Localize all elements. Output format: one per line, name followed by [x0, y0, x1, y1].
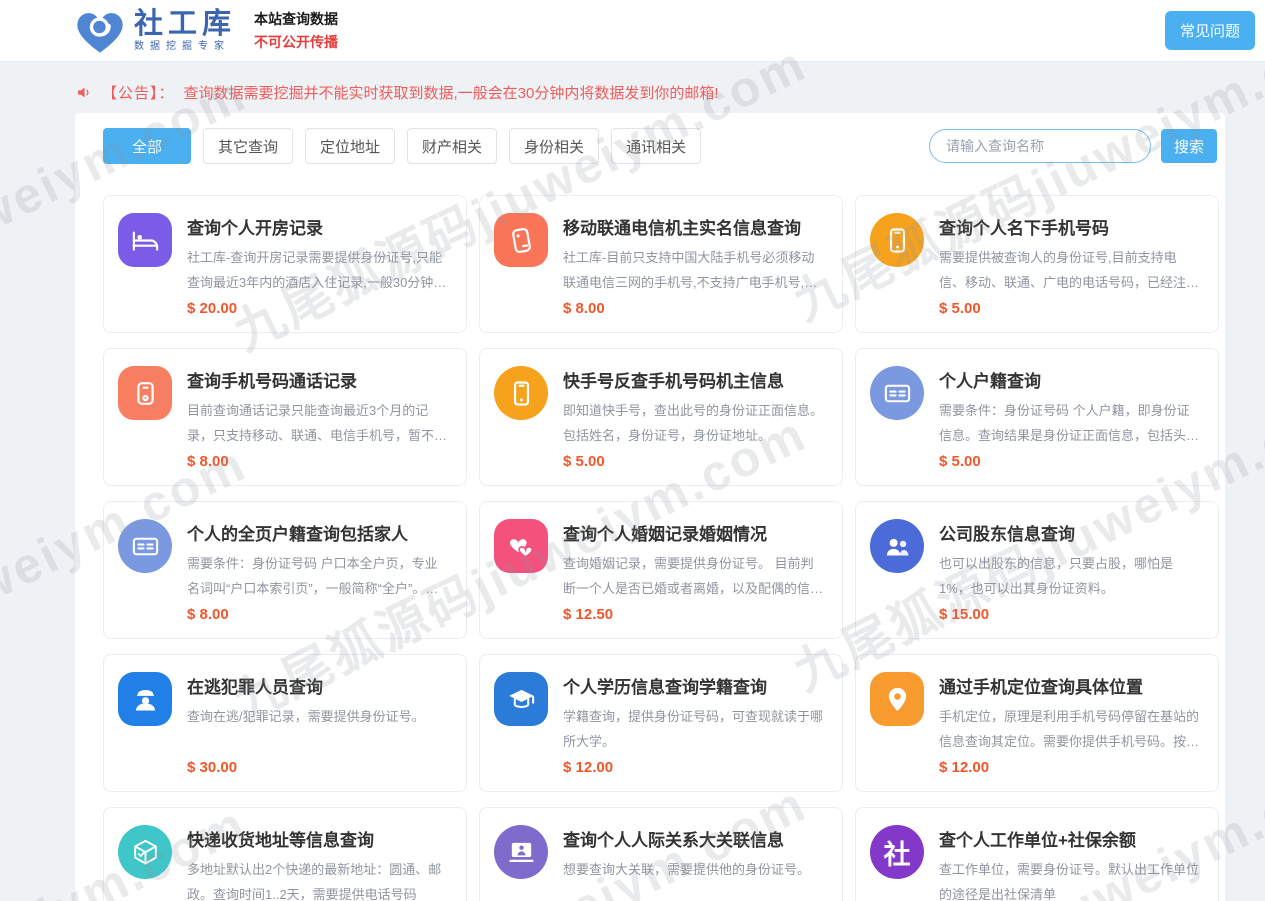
notice-line-1: 本站查询数据: [254, 8, 338, 30]
bed-icon: [118, 213, 172, 267]
service-card[interactable]: 个人学历信息查询学籍查询 学籍查询，提供身份证号码，可查现就读于哪所大学。 $ …: [479, 654, 843, 792]
service-title: 公司股东信息查询: [939, 520, 1202, 545]
service-card[interactable]: 查询个人婚姻记录婚姻情况 查询婚姻记录，需要提供身份证号。 目前判断一个人是否已…: [479, 501, 843, 639]
service-description: 学籍查询，提供身份证号码，可查现就读于哪所大学。: [563, 705, 826, 754]
id-card-icon: [870, 366, 924, 420]
service-card[interactable]: 在逃犯罪人员查询 查询在逃/犯罪记录，需要提供身份证号。 $ 30.00: [103, 654, 467, 792]
service-card[interactable]: 查询个人人际关系大关联信息 想要查询大关联，需要提供他的身份证号。: [479, 807, 843, 901]
site-subtitle: 数据挖掘专家: [134, 41, 236, 52]
service-price: $ 8.00: [187, 453, 450, 470]
she-character-icon: 社: [870, 825, 924, 879]
graduation-cap-icon: [494, 672, 548, 726]
filter-tab-2[interactable]: 定位地址: [305, 128, 395, 164]
phone-outline-icon: [118, 366, 172, 420]
service-description: 目前查询通话记录只能查询最近3个月的记录，只支持移动、联通、电信手机号，暂不支持…: [187, 399, 450, 448]
service-price: $ 12.00: [563, 759, 826, 776]
search-button[interactable]: 搜索: [1161, 129, 1217, 163]
notice-line-2: 不可公开传播: [254, 31, 338, 53]
speaker-icon: [76, 84, 93, 101]
service-card[interactable]: 移动联通电信机主实名信息查询 社工库-目前只支持中国大陆手机号必须移动联通电信三…: [479, 195, 843, 333]
search-input[interactable]: [929, 129, 1151, 163]
service-price: $ 15.00: [939, 606, 1202, 623]
service-title: 查询手机号码通话记录: [187, 367, 450, 392]
service-title: 通过手机定位查询具体位置: [939, 673, 1202, 698]
service-description: 想要查询大关联，需要提供他的身份证号。: [563, 858, 826, 883]
police-icon: [118, 672, 172, 726]
service-description: 查工作单位，需要身份证号。默认出工作单位的途径是出社保清单: [939, 858, 1202, 901]
service-price: $ 5.00: [939, 300, 1202, 317]
service-title: 个人的全页户籍查询包括家人: [187, 520, 450, 545]
header-notice: 本站查询数据 不可公开传播: [254, 8, 338, 53]
announcement-text: 查询数据需要挖掘并不能实时获取到数据,一般会在30分钟内将数据发到你的邮箱!: [184, 82, 719, 103]
service-card[interactable]: 查询个人开房记录 社工库-查询开房记录需要提供身份证号,只能查询最近3年内的酒店…: [103, 195, 467, 333]
service-title: 查询个人人际关系大关联信息: [563, 826, 826, 851]
service-card[interactable]: 查询手机号码通话记录 目前查询通话记录只能查询最近3个月的记录，只支持移动、联通…: [103, 348, 467, 486]
service-title: 个人户籍查询: [939, 367, 1202, 392]
service-title: 在逃犯罪人员查询: [187, 673, 450, 698]
hearts-icon: [494, 519, 548, 573]
service-description: 多地址默认出2个快递的最新地址：圆通、邮政。查询时间1..2天，需要提供电话号码: [187, 858, 450, 901]
site-title: 社工库: [134, 9, 236, 41]
service-card[interactable]: 公司股东信息查询 也可以出股东的信息，只要占股，哪怕是1%，也可以出其身份证资料…: [855, 501, 1219, 639]
icon-character: 社: [884, 833, 911, 872]
service-description: 需要条件：身份证号码 个人户籍，即身份证信息。查询结果是身份证正面信息，包括头像…: [939, 399, 1202, 448]
announcement-label: 【公告】：: [102, 82, 175, 103]
service-card[interactable]: 个人户籍查询 需要条件：身份证号码 个人户籍，即身份证信息。查询结果是身份证正面…: [855, 348, 1219, 486]
service-price: $ 5.00: [939, 453, 1202, 470]
service-price: $ 20.00: [187, 300, 450, 317]
logo: 社工库 数据挖掘专家: [72, 6, 236, 56]
sim-tag-icon: [494, 213, 548, 267]
service-card[interactable]: 快手号反查手机号码机主信息 即知道快手号，查出此号的身份证正面信息。包括姓名，身…: [479, 348, 843, 486]
filter-tab-4[interactable]: 身份相关: [509, 128, 599, 164]
filter-tab-3[interactable]: 财产相关: [407, 128, 497, 164]
filter-tab-1[interactable]: 其它查询: [203, 128, 293, 164]
service-title: 快手号反查手机号码机主信息: [563, 367, 826, 392]
toolbar: 全部其它查询定位地址财产相关身份相关通讯相关 搜索: [103, 128, 1219, 164]
service-card[interactable]: 查询个人名下手机号码 需要提供被查询人的身份证号,目前支持电信、移动、联通、广电…: [855, 195, 1219, 333]
shareholders-icon: [870, 519, 924, 573]
main-panel: 全部其它查询定位地址财产相关身份相关通讯相关 搜索 查询个人开房记录 社工库-查…: [75, 113, 1225, 901]
service-title: 查询个人开房记录: [187, 214, 450, 239]
service-title: 个人学历信息查询学籍查询: [563, 673, 826, 698]
service-description: 即知道快手号，查出此号的身份证正面信息。包括姓名，身份证号，身份证地址。: [563, 399, 826, 448]
service-card-grid: 查询个人开房记录 社工库-查询开房记录需要提供身份证号,只能查询最近3年内的酒店…: [103, 195, 1219, 901]
service-title: 查询个人名下手机号码: [939, 214, 1202, 239]
service-description: 社工库-目前只支持中国大陆手机号必须移动联通电信三网的手机号,不支持广电手机号,…: [563, 246, 826, 295]
id-card-icon: [118, 519, 172, 573]
header: 社工库 数据挖掘专家 本站查询数据 不可公开传播 常见问题: [0, 0, 1265, 62]
service-description: 需要提供被查询人的身份证号,目前支持电信、移动、联通、广电的电话号码，已经注销的…: [939, 246, 1202, 295]
phone-icon: [494, 366, 548, 420]
person-monitor-icon: [494, 825, 548, 879]
service-card[interactable]: 快递收货地址等信息查询 多地址默认出2个快递的最新地址：圆通、邮政。查询时间1.…: [103, 807, 467, 901]
service-card[interactable]: 个人的全页户籍查询包括家人 需要条件：身份证号码 户口本全户页，专业名词叫“户口…: [103, 501, 467, 639]
service-price: $ 5.00: [563, 453, 826, 470]
service-price: $ 8.00: [187, 606, 450, 623]
service-description: 查询在逃/犯罪记录，需要提供身份证号。: [187, 705, 450, 730]
service-title: 查个人工作单位+社保余额: [939, 826, 1202, 851]
service-card[interactable]: 社 查个人工作单位+社保余额 查工作单位，需要身份证号。默认出工作单位的途径是出…: [855, 807, 1219, 901]
service-description: 也可以出股东的信息，只要占股，哪怕是1%，也可以出其身份证资料。: [939, 552, 1202, 601]
service-description: 查询婚姻记录，需要提供身份证号。 目前判断一个人是否已婚或者离婚，以及配偶的信息…: [563, 552, 826, 601]
service-price: $ 30.00: [187, 759, 450, 776]
announcement-bar: 【公告】： 查询数据需要挖掘并不能实时获取到数据,一般会在30分钟内将数据发到你…: [0, 62, 1265, 113]
filter-tab-0[interactable]: 全部: [103, 128, 191, 164]
location-pin-icon: [870, 672, 924, 726]
phone-icon: [870, 213, 924, 267]
service-description: 手机定位，原理是利用手机号码停留在基站的信息查询其定位。需要你提供手机号码。按次…: [939, 705, 1202, 754]
service-description: 需要条件：身份证号码 户口本全户页，专业名词叫“户口本索引页”，一般简称“全户”…: [187, 552, 450, 601]
service-price: $ 12.00: [939, 759, 1202, 776]
service-price: $ 12.50: [563, 606, 826, 623]
filter-tabs: 全部其它查询定位地址财产相关身份相关通讯相关: [103, 128, 701, 164]
service-title: 移动联通电信机主实名信息查询: [563, 214, 826, 239]
service-description: 社工库-查询开房记录需要提供身份证号,只能查询最近3年内的酒店入住记录,一般30…: [187, 246, 450, 295]
faq-button[interactable]: 常见问题: [1165, 11, 1255, 50]
search-area: 搜索: [929, 129, 1217, 163]
service-price: $ 8.00: [563, 300, 826, 317]
service-card[interactable]: 通过手机定位查询具体位置 手机定位，原理是利用手机号码停留在基站的信息查询其定位…: [855, 654, 1219, 792]
filter-tab-5[interactable]: 通讯相关: [611, 128, 701, 164]
service-title: 快递收货地址等信息查询: [187, 826, 450, 851]
heart-logo-icon: [72, 6, 128, 56]
service-title: 查询个人婚姻记录婚姻情况: [563, 520, 826, 545]
package-box-icon: [118, 825, 172, 879]
